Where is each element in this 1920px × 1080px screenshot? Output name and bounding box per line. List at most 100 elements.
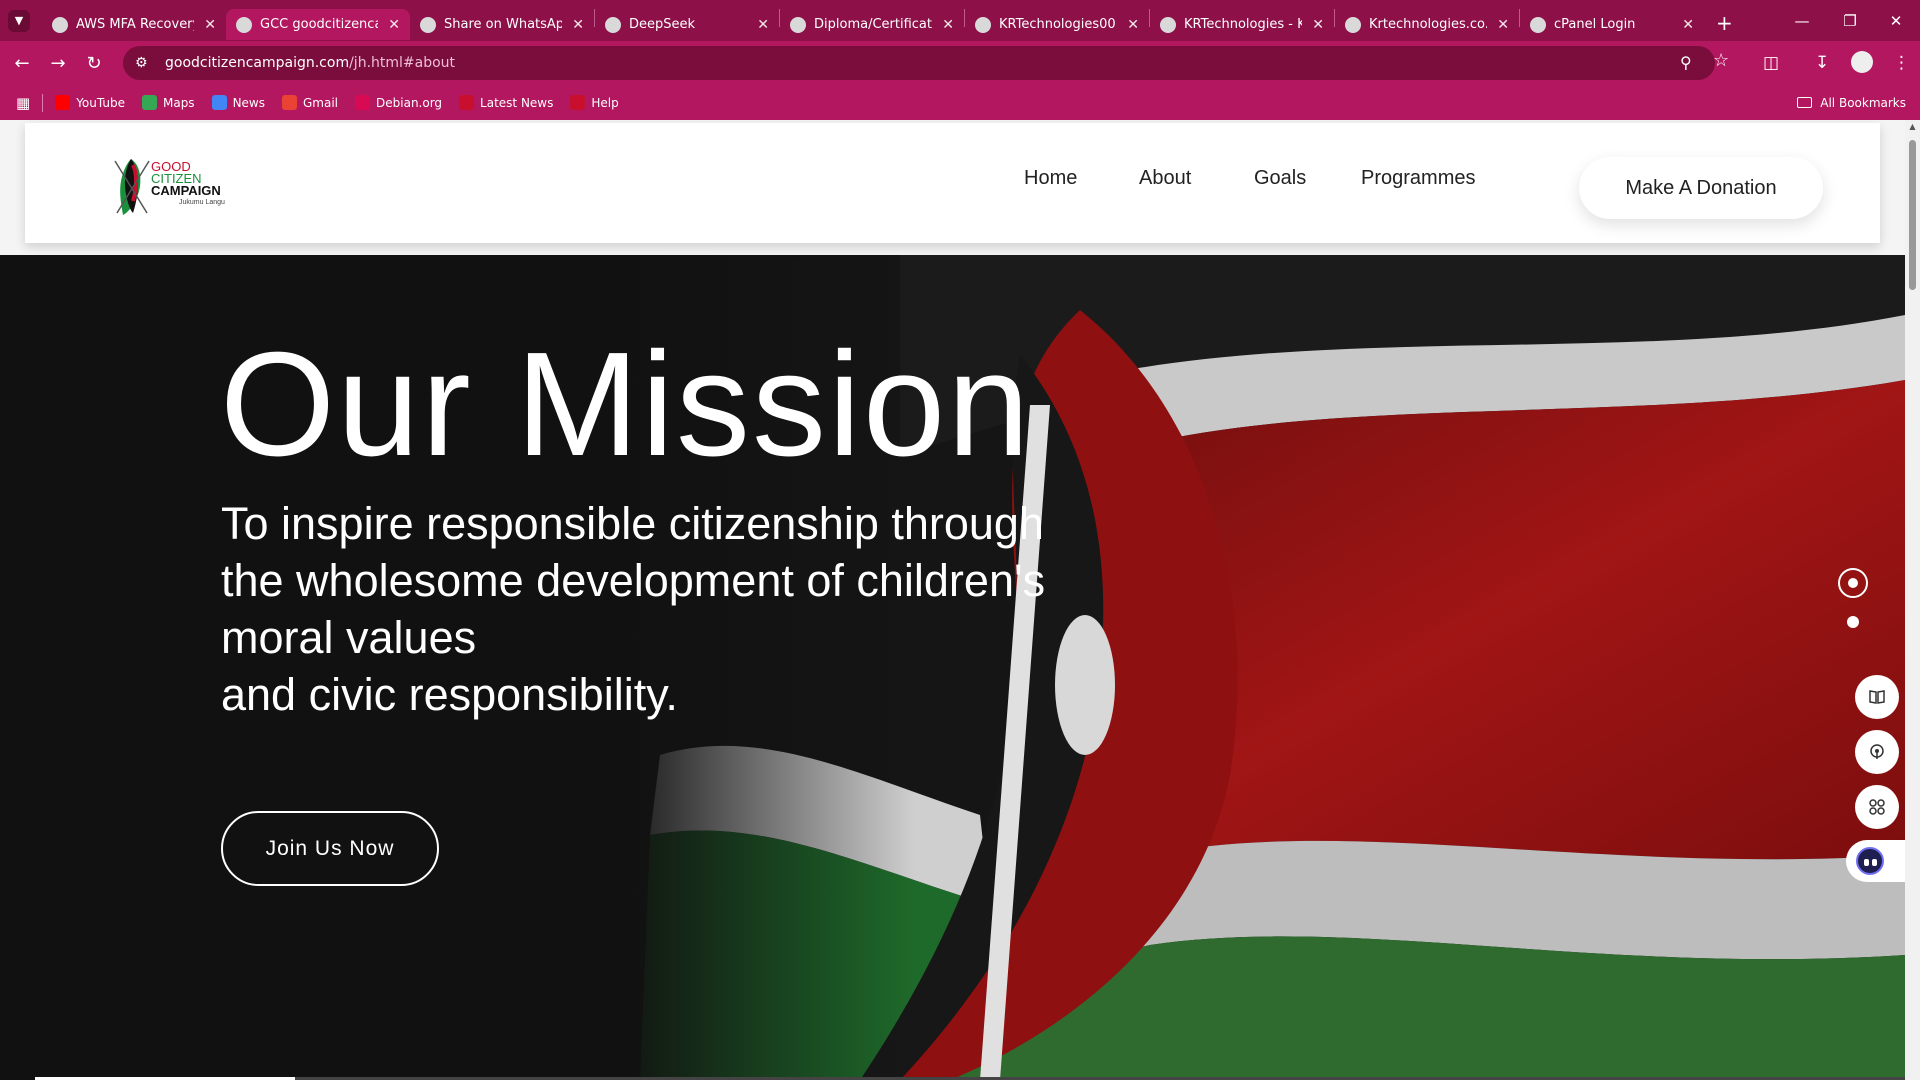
browser-tab[interactable]: cPanel Login ✕ <box>1520 9 1704 40</box>
zoom-icon[interactable]: ⚲ <box>1680 53 1692 72</box>
bookmark-favicon-icon <box>141 95 157 110</box>
tab-title: KRTechnologies001 - <box>999 17 1117 32</box>
hero-text-line: moral values <box>221 612 477 663</box>
tab-title: GCC goodcitizencamp <box>260 17 378 32</box>
nav-goals[interactable]: Goals <box>1254 167 1306 190</box>
bookmark-favicon-icon <box>570 95 586 110</box>
url-host: goodcitizencampaign.com <box>165 55 350 71</box>
logo-line-campaign: CAMPAIGN <box>151 183 221 198</box>
browser-tab[interactable]: Share on WhatsApp ✕ <box>410 9 594 40</box>
tab-close-icon[interactable]: ✕ <box>1682 17 1694 33</box>
hero-text-line: the wholesome development of children's <box>221 555 1046 606</box>
bookmark-label: Maps <box>162 95 195 110</box>
tab-close-icon[interactable]: ✕ <box>942 17 954 33</box>
join-us-now-button[interactable]: Join Us Now <box>221 811 439 886</box>
nav-about[interactable]: About <box>1139 167 1191 190</box>
nav-programmes[interactable]: Programmes <box>1361 167 1475 190</box>
scroll-thumb[interactable] <box>1909 140 1916 290</box>
bookmark-item[interactable]: Gmail <box>282 95 338 110</box>
tab-title: Share on WhatsApp <box>444 17 562 32</box>
bookmark-label: Gmail <box>303 95 339 110</box>
tab-favicon-icon <box>790 16 806 33</box>
browser-toolbar: ← → ↻ ⚙ goodcitizencampaign.com/jh.html#… <box>0 41 1920 85</box>
assistant-icon[interactable] <box>1846 840 1905 882</box>
tab-close-icon[interactable]: ✕ <box>1127 17 1139 33</box>
bookmark-favicon-icon <box>355 95 371 110</box>
assistant-face-icon <box>1856 847 1884 875</box>
bookmark-favicon-icon <box>459 95 475 110</box>
profile-avatar[interactable] <box>1851 51 1873 73</box>
extensions-icon[interactable]: ◫ <box>1763 53 1779 73</box>
tab-search-icon[interactable]: ▼ <box>8 9 30 32</box>
hero-text-line: To inspire responsible citizenship throu… <box>221 498 1044 549</box>
tab-favicon-icon <box>1530 16 1546 33</box>
slider-dot-active[interactable] <box>1838 568 1868 598</box>
browser-tab[interactable]: Krtechnologies.co.ke ✕ <box>1335 9 1519 40</box>
browser-tab[interactable]: GCC goodcitizencamp ✕ <box>226 9 410 40</box>
tab-title: Diploma/Certificate C <box>814 17 932 32</box>
divider <box>42 93 44 112</box>
tab-close-icon[interactable]: ✕ <box>1497 17 1509 33</box>
browser-tab[interactable]: KRTechnologies001 - ✕ <box>965 9 1149 40</box>
tab-close-icon[interactable]: ✕ <box>1312 17 1324 33</box>
tab-title: KRTechnologies - KRT <box>1184 17 1302 32</box>
apps-grid-icon[interactable]: ▦ <box>16 94 30 112</box>
back-icon[interactable]: ← <box>4 45 40 81</box>
browser-tab[interactable]: AWS MFA Recovery P ✕ <box>42 9 226 40</box>
hero-mission-text: To inspire responsible citizenship throu… <box>221 495 1181 723</box>
bookmark-item[interactable]: YouTube <box>55 95 125 110</box>
book-icon[interactable] <box>1855 675 1899 719</box>
bookmark-item[interactable]: Maps <box>141 95 195 110</box>
logo-emblem-icon <box>114 159 150 215</box>
apps-grid-icon[interactable] <box>1855 785 1899 829</box>
hero-title: Our Mission <box>220 322 1032 487</box>
new-tab-button[interactable]: + <box>1716 11 1733 35</box>
browser-tab[interactable]: KRTechnologies - KRT ✕ <box>1150 9 1334 40</box>
download-icon[interactable]: ↧ <box>1815 53 1829 73</box>
tab-close-icon[interactable]: ✕ <box>388 17 400 33</box>
forward-icon[interactable]: → <box>40 45 76 81</box>
all-bookmarks-button[interactable]: All Bookmarks <box>1797 96 1906 110</box>
address-bar[interactable]: ⚙ goodcitizencampaign.com/jh.html#about … <box>123 46 1715 80</box>
close-window-icon[interactable]: ✕ <box>1866 0 1920 41</box>
bookmark-favicon-icon <box>55 95 71 110</box>
bookmark-star-icon[interactable]: ☆ <box>1713 50 1729 71</box>
url-path: /jh.html#about <box>349 55 456 71</box>
logo-tagline: Jukumu Langu <box>179 199 225 206</box>
make-donation-button[interactable]: Make A Donation <box>1579 157 1823 219</box>
all-bookmarks-label: All Bookmarks <box>1820 95 1906 110</box>
tab-title: Krtechnologies.co.ke <box>1369 17 1487 32</box>
bookmarks-bar: ▦ YouTube Maps News Gmail Debian.org Latest N… <box>0 85 1920 120</box>
podcast-icon[interactable] <box>1855 730 1899 774</box>
browser-tab[interactable]: DeepSeek ✕ <box>595 9 779 40</box>
tab-close-icon[interactable]: ✕ <box>757 17 769 33</box>
tab-title: DeepSeek <box>629 17 696 32</box>
nav-home[interactable]: Home <box>1024 167 1077 190</box>
bookmark-item[interactable]: Debian.org <box>355 95 442 110</box>
hero-text-line: and civic responsibility. <box>221 669 678 720</box>
tab-favicon-icon <box>1160 16 1176 33</box>
page-scrollbar[interactable]: ▲ <box>1905 120 1920 1080</box>
tab-favicon-icon <box>420 16 436 33</box>
tab-close-icon[interactable]: ✕ <box>572 17 584 33</box>
bookmark-favicon-icon <box>282 95 297 110</box>
logo-text: GOOD CITIZEN CAMPAIGN Jukumu Langu <box>151 160 225 209</box>
bookmark-item[interactable]: Latest News <box>459 95 553 110</box>
tab-title: AWS MFA Recovery P <box>76 17 194 32</box>
browser-tab[interactable]: Diploma/Certificate C ✕ <box>780 9 964 40</box>
site-info-icon[interactable]: ⚙ <box>135 55 157 71</box>
tab-close-icon[interactable]: ✕ <box>204 17 216 33</box>
tab-title: cPanel Login <box>1554 17 1636 32</box>
tab-favicon-icon <box>236 16 252 33</box>
bookmark-label: Latest News <box>480 95 554 110</box>
bookmark-item[interactable]: Help <box>570 95 619 110</box>
slider-dot[interactable] <box>1847 616 1859 628</box>
scroll-up-icon[interactable]: ▲ <box>1905 122 1920 134</box>
reload-icon[interactable]: ↻ <box>76 45 112 81</box>
bookmark-label: YouTube <box>76 95 125 110</box>
browser-tab-bar: ▼ AWS MFA Recovery P✕GCC goodcitizencamp… <box>0 0 1920 41</box>
bookmark-item[interactable]: News <box>211 95 265 110</box>
bookmark-favicon-icon <box>211 95 227 110</box>
menu-kebab-icon[interactable]: ⋮ <box>1893 53 1910 73</box>
site-logo[interactable]: GOOD CITIZEN CAMPAIGN Jukumu Langu <box>111 153 241 217</box>
